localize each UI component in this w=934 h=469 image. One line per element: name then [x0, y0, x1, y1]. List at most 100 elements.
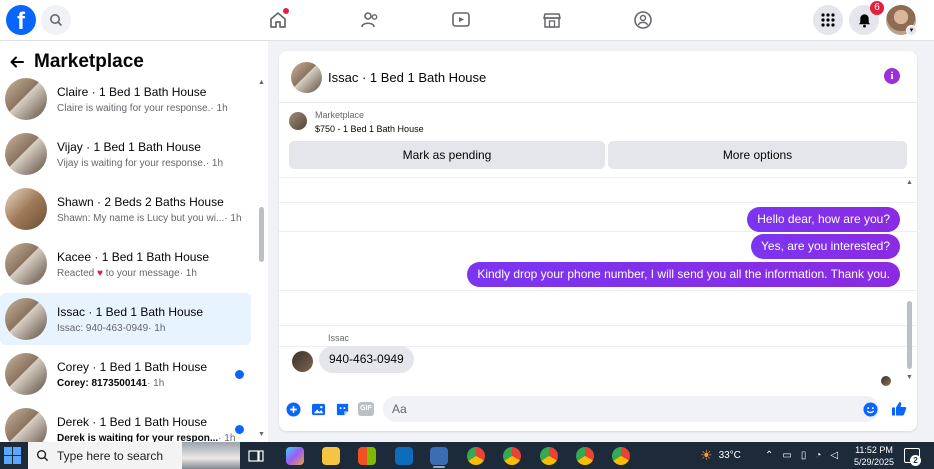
- volume-icon[interactable]: ◁: [830, 450, 838, 461]
- conversation-preview: Claire is waiting for your response.· 1h: [57, 102, 228, 114]
- conversation-name: Kacee · 1 Bed 1 Bath House: [57, 249, 210, 264]
- emoji-icon: [862, 401, 878, 417]
- scroll-down-arrow-icon[interactable]: ▼: [906, 374, 913, 381]
- file-explorer-icon[interactable]: [322, 447, 340, 465]
- scroll-up-arrow-icon[interactable]: ▲: [906, 179, 913, 186]
- conversation-item[interactable]: Kacee · 1 Bed 1 Bath House Reacted ♥ to …: [0, 238, 251, 290]
- conversation-item[interactable]: Derek · 1 Bed 1 Bath House Derek is wait…: [0, 403, 251, 442]
- like-button[interactable]: [891, 400, 907, 416]
- gif-button[interactable]: GIF: [358, 401, 374, 417]
- chevron-up-icon[interactable]: ⌃: [765, 450, 773, 461]
- search-highlight-image: [182, 442, 240, 469]
- groups-tab[interactable]: [631, 8, 655, 32]
- chrome-profile-icon[interactable]: [612, 447, 630, 465]
- conversation-item[interactable]: Corey · 1 Bed 1 Bath House Corey: 817350…: [0, 348, 251, 400]
- microsoft-store-icon[interactable]: [358, 447, 376, 465]
- top-navigation-bar: f 6 ▾: [0, 0, 934, 41]
- weather-widget[interactable]: ☀ 33°C: [700, 442, 741, 469]
- friends-tab[interactable]: [358, 8, 382, 32]
- outgoing-message: Hello dear, how are you?: [747, 207, 900, 232]
- divider: [279, 325, 917, 326]
- temperature: 33°C: [718, 450, 741, 461]
- photo-button[interactable]: [310, 401, 326, 417]
- home-notification-dot: [283, 8, 289, 14]
- more-options-button[interactable]: More options: [608, 141, 907, 169]
- avatar: [5, 188, 47, 230]
- listing-thumbnail: [289, 112, 307, 130]
- conversation-item[interactable]: Vijay · 1 Bed 1 Bath House Vijay is wait…: [0, 128, 251, 180]
- divider: [279, 290, 917, 291]
- conversation-name: Shawn · 2 Beds 2 Baths House: [57, 194, 224, 209]
- marketplace-icon: [543, 13, 561, 28]
- listing-price: $750 - 1 Bed 1 Bath House: [315, 124, 424, 134]
- chat-scrollbar[interactable]: [907, 301, 912, 369]
- taskbar-search[interactable]: Type here to search: [28, 442, 240, 469]
- outgoing-message: Kindly drop your phone number, I will se…: [467, 262, 900, 287]
- search-icon: [36, 449, 49, 462]
- chat-title[interactable]: Issac · 1 Bed 1 Bath House: [328, 70, 486, 85]
- copilot-icon[interactable]: [286, 447, 304, 465]
- mark-as-pending-button[interactable]: Mark as pending: [289, 141, 605, 169]
- divider: [279, 177, 917, 178]
- conversation-item[interactable]: Shawn · 2 Beds 2 Baths House Shawn: My n…: [0, 183, 251, 235]
- avatar[interactable]: [291, 62, 322, 93]
- conversation-name: Vijay · 1 Bed 1 Bath House: [57, 139, 201, 154]
- sticker-icon: [336, 403, 348, 415]
- info-icon[interactable]: i: [884, 68, 900, 84]
- unread-indicator: [235, 370, 244, 379]
- conversation-preview: Issac: 940-463-0949· 1h: [57, 322, 166, 334]
- conversation-item[interactable]: Claire · 1 Bed 1 Bath House Claire is wa…: [0, 73, 251, 125]
- message-input[interactable]: Aa: [383, 396, 879, 422]
- sidebar-scrollbar[interactable]: [259, 207, 264, 262]
- chrome-profile-icon[interactable]: [503, 447, 521, 465]
- chrome-profile-icon[interactable]: [540, 447, 558, 465]
- video-tab[interactable]: [449, 8, 473, 32]
- conversation-name: Derek · 1 Bed 1 Bath House: [57, 414, 208, 429]
- message-composer: GIF Aa: [279, 393, 917, 425]
- avatar: [5, 353, 47, 395]
- conversation-item-active[interactable]: Issac · 1 Bed 1 Bath House Issac: 940-46…: [0, 293, 251, 345]
- scroll-up-arrow-icon[interactable]: ▲: [258, 79, 265, 86]
- avatar: [292, 351, 313, 372]
- wifi-icon[interactable]: ◔: [815, 450, 821, 461]
- outlook-icon[interactable]: [395, 447, 413, 465]
- add-button[interactable]: [285, 401, 301, 417]
- battery-icon[interactable]: ▯: [801, 450, 807, 461]
- sticker-button[interactable]: [334, 401, 350, 417]
- back-arrow-icon[interactable]: [10, 55, 24, 69]
- sender-name: Issac: [328, 333, 350, 343]
- weather-icon: ☀: [700, 447, 713, 463]
- thumbs-up-icon: [892, 401, 907, 415]
- bell-icon: [858, 13, 870, 28]
- scroll-down-arrow-icon[interactable]: ▼: [258, 431, 265, 438]
- conversation-preview: Derek is waiting for your respon...· 1h: [57, 432, 236, 443]
- conversation-name: Claire · 1 Bed 1 Bath House: [57, 84, 207, 99]
- emoji-button[interactable]: [862, 401, 878, 417]
- taskbar-app-icon[interactable]: [430, 447, 448, 465]
- chevron-down-icon[interactable]: ▾: [906, 25, 917, 36]
- clock-date: 5/29/2025: [853, 457, 895, 467]
- search-button[interactable]: [41, 5, 71, 35]
- windows-start-icon[interactable]: [4, 447, 21, 464]
- network-icon[interactable]: ▭: [782, 450, 791, 461]
- system-tray[interactable]: ⌃ ▭ ▯ ◔ ◁: [765, 442, 838, 469]
- video-icon: [452, 12, 470, 27]
- notifications-button[interactable]: 6: [849, 1, 884, 35]
- home-tab[interactable]: [266, 8, 290, 32]
- chrome-icon[interactable]: [467, 447, 485, 465]
- facebook-logo[interactable]: f: [6, 5, 36, 35]
- conversation-preview: Vijay is waiting for your response.· 1h: [57, 157, 224, 169]
- chrome-profile-icon[interactable]: [576, 447, 594, 465]
- menu-button[interactable]: [813, 5, 843, 35]
- sidebar-header: Marketplace: [10, 51, 144, 73]
- notification-count-badge: 2: [910, 455, 921, 466]
- clock-time: 11:52 PM: [855, 445, 893, 455]
- task-view-icon[interactable]: [248, 448, 264, 464]
- avatar: [5, 298, 47, 340]
- notification-badge: 6: [870, 1, 884, 15]
- windows-taskbar: Type here to search ☀ 33°C ⌃ ▭ ▯ ◔ ◁ 11:…: [0, 442, 934, 469]
- marketplace-tab[interactable]: [540, 8, 564, 32]
- grid-menu-icon: [821, 13, 835, 27]
- taskbar-clock[interactable]: 11:52 PM 5/29/2025: [852, 444, 896, 468]
- avatar: [5, 78, 47, 120]
